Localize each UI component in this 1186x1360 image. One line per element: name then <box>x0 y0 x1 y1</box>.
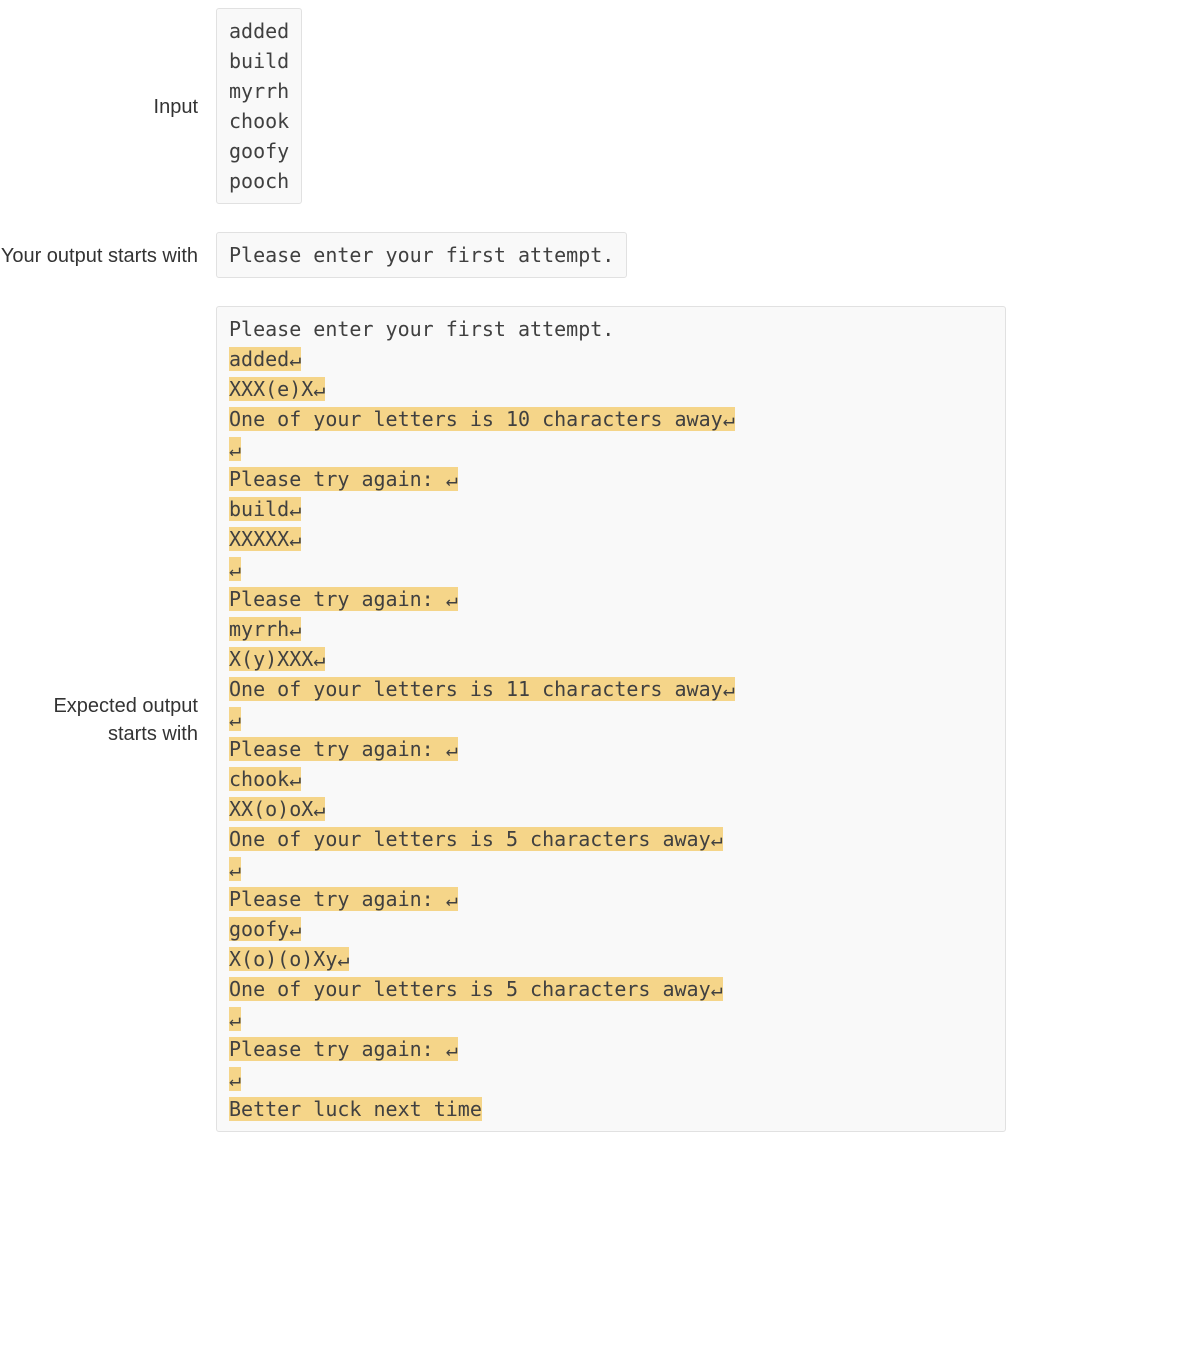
highlighted-text: XXX(e)X <box>229 377 313 401</box>
diff-line: Please try again: ↵ <box>229 464 993 494</box>
your-output-block: Please enter your first attempt. <box>216 232 627 278</box>
return-icon: ↵ <box>289 527 301 551</box>
highlighted-text: Better luck next time <box>229 1097 482 1121</box>
return-icon: ↵ <box>723 677 735 701</box>
return-icon: ↵ <box>289 917 301 941</box>
return-icon: ↵ <box>229 857 241 881</box>
highlighted-text: chook <box>229 767 289 791</box>
expected-output-block: Please enter your first attempt.added↵XX… <box>216 306 1006 1132</box>
highlighted-text: X(o)(o)Xy <box>229 947 337 971</box>
highlighted-text: One of your letters is 10 characters awa… <box>229 407 723 431</box>
return-icon: ↵ <box>229 1007 241 1031</box>
diff-line: Please try again: ↵ <box>229 1034 993 1064</box>
diff-line: X(y)XXX↵ <box>229 644 993 674</box>
highlighted-text: added <box>229 347 289 371</box>
highlighted-text: Please try again: <box>229 587 446 611</box>
diff-line: ↵ <box>229 854 993 884</box>
diff-line: added↵ <box>229 344 993 374</box>
diff-line: Please enter your first attempt. <box>229 314 993 344</box>
return-icon: ↵ <box>289 767 301 791</box>
diff-line: One of your letters is 11 characters awa… <box>229 674 993 704</box>
return-icon: ↵ <box>313 377 325 401</box>
highlighted-text: Please try again: <box>229 1037 446 1061</box>
return-icon: ↵ <box>229 437 241 461</box>
diff-line: myrrh↵ <box>229 614 993 644</box>
diff-line: One of your letters is 5 characters away… <box>229 824 993 854</box>
return-icon: ↵ <box>723 407 735 431</box>
return-icon: ↵ <box>446 887 458 911</box>
return-icon: ↵ <box>289 347 301 371</box>
return-icon: ↵ <box>313 647 325 671</box>
return-icon: ↵ <box>337 947 349 971</box>
return-icon: ↵ <box>711 977 723 1001</box>
return-icon: ↵ <box>446 587 458 611</box>
return-icon: ↵ <box>446 467 458 491</box>
expected-output-label: Expected output starts with <box>0 690 216 748</box>
diff-line: chook↵ <box>229 764 993 794</box>
diff-line: ↵ <box>229 554 993 584</box>
diff-line: X(o)(o)Xy↵ <box>229 944 993 974</box>
highlighted-text: myrrh <box>229 617 289 641</box>
diff-line: XXXXX↵ <box>229 524 993 554</box>
your-output-label: Your output starts with <box>0 232 216 270</box>
highlighted-text: build <box>229 497 289 521</box>
return-icon: ↵ <box>289 617 301 641</box>
diff-line: goofy↵ <box>229 914 993 944</box>
diff-line: Better luck next time <box>229 1094 993 1124</box>
return-icon: ↵ <box>229 557 241 581</box>
diff-line: XXX(e)X↵ <box>229 374 993 404</box>
diff-line: ↵ <box>229 434 993 464</box>
highlighted-text: Please try again: <box>229 737 446 761</box>
return-icon: ↵ <box>289 497 301 521</box>
diff-line: One of your letters is 10 characters awa… <box>229 404 993 434</box>
highlighted-text: XXXXX <box>229 527 289 551</box>
return-icon: ↵ <box>711 827 723 851</box>
diff-line: ↵ <box>229 704 993 734</box>
diff-line: Please try again: ↵ <box>229 734 993 764</box>
diff-line: ↵ <box>229 1004 993 1034</box>
input-block: added build myrrh chook goofy pooch <box>216 8 302 204</box>
diff-line: Please try again: ↵ <box>229 884 993 914</box>
diff-line: build↵ <box>229 494 993 524</box>
diff-line: XX(o)oX↵ <box>229 794 993 824</box>
diff-line: One of your letters is 5 characters away… <box>229 974 993 1004</box>
highlighted-text: One of your letters is 5 characters away <box>229 827 711 851</box>
diff-line: Please try again: ↵ <box>229 584 993 614</box>
highlighted-text: One of your letters is 11 characters awa… <box>229 677 723 701</box>
diff-line: ↵ <box>229 1064 993 1094</box>
input-label: Input <box>0 91 216 121</box>
highlighted-text: goofy <box>229 917 289 941</box>
return-icon: ↵ <box>313 797 325 821</box>
highlighted-text: XX(o)oX <box>229 797 313 821</box>
return-icon: ↵ <box>229 1067 241 1091</box>
return-icon: ↵ <box>229 707 241 731</box>
highlighted-text: X(y)XXX <box>229 647 313 671</box>
return-icon: ↵ <box>446 1037 458 1061</box>
return-icon: ↵ <box>446 737 458 761</box>
highlighted-text: One of your letters is 5 characters away <box>229 977 711 1001</box>
highlighted-text: Please try again: <box>229 887 446 911</box>
highlighted-text: Please try again: <box>229 467 446 491</box>
